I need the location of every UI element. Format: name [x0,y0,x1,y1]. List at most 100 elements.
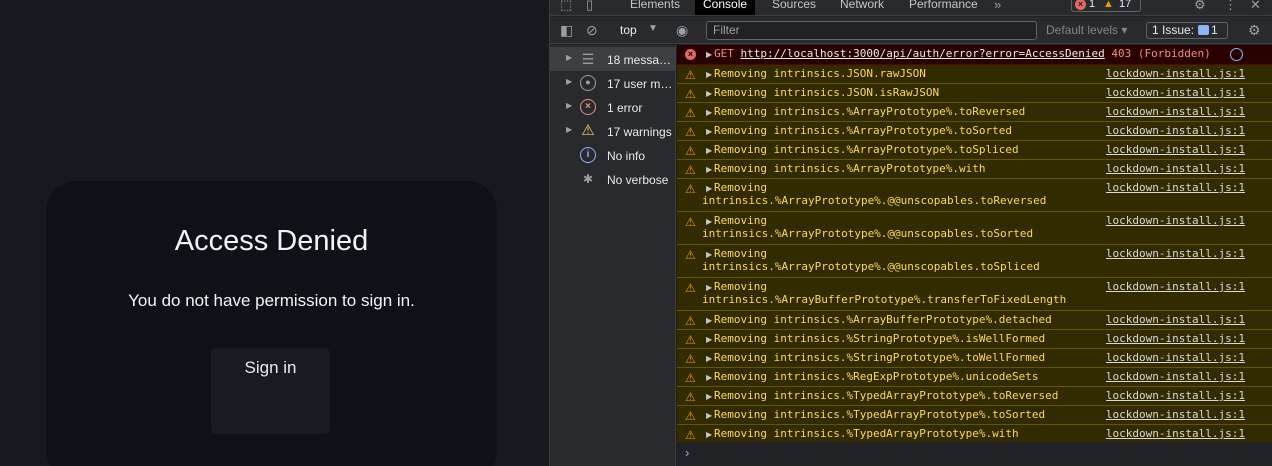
network-request-icon[interactable] [1230,48,1243,61]
console-warning-row[interactable]: ⚠ ▶ Removing intrinsics.%ArrayPrototype%.t… [677,141,1272,160]
bug-icon: ✱ [582,172,594,186]
device-toolbar-icon[interactable]: ▯ [586,0,593,13]
sidebar-item-info[interactable]: i No info [550,143,676,167]
source-link[interactable]: lockdown-install.js:1 [1106,332,1245,345]
clear-console-icon[interactable]: ⊘ [586,22,598,38]
live-expression-eye-icon[interactable]: ◉ [676,22,688,38]
tab-console[interactable]: Console [695,0,756,15]
source-link[interactable]: lockdown-install.js:1 [1106,86,1245,99]
warning-message: Removing intrinsics.%TypedArrayPrototype… [714,427,1019,440]
close-icon[interactable]: ✕ [1250,0,1261,13]
expand-arrow-icon[interactable]: ▶ [706,430,712,439]
inspect-element-icon[interactable]: ⬚ [560,0,572,13]
source-link[interactable]: lockdown-install.js:1 [1106,280,1245,293]
console-prompt-icon: › [685,445,690,460]
error-count: 1 [1089,0,1096,10]
source-link[interactable]: lockdown-install.js:1 [1106,408,1245,421]
warning-icon: ⚠ [685,215,696,229]
expand-arrow-icon[interactable]: ▶ [706,316,712,325]
sidebar-item-verbose[interactable]: ✱ No verbose [550,167,676,191]
sidebar-item-messages[interactable]: ▶ ☰ 18 messa… [550,47,676,71]
context-selector[interactable]: top [620,23,637,37]
expand-arrow-icon[interactable]: ▶ [706,127,712,136]
console-warning-row[interactable]: ⚠ ▶ Removing intrinsics.JSON.rawJSON lockdo… [677,65,1272,84]
console-warning-row[interactable]: ⚠ ▶ Removing intrinsics.%ArrayPrototype%.w… [677,160,1272,179]
expand-arrow-icon[interactable]: ▶ [706,89,712,98]
warning-message-continued: intrinsics.%ArrayPrototype%.@@unscopable… [702,194,1047,207]
expand-arrow-icon[interactable]: ▶ [706,335,712,344]
access-denied-card: Access Denied You do not have permission… [46,181,497,466]
expand-arrow-icon[interactable]: ▶ [706,70,712,79]
log-levels-label: Default levels [1046,23,1119,37]
chevron-down-icon: ▼ [648,23,658,34]
log-levels-dropdown[interactable]: Default levels ▾ [1046,23,1127,37]
expand-arrow-icon[interactable]: ▶ [706,373,712,382]
source-link[interactable]: lockdown-install.js:1 [1106,313,1245,326]
console-warning-row[interactable]: ⚠ ▶ Removing intrinsics.%ArrayBufferPrototy… [677,278,1272,311]
expand-arrow-icon[interactable]: ▶ [706,283,712,292]
expand-arrow-icon[interactable]: ▶ [706,217,712,226]
source-link[interactable]: lockdown-install.js:1 [1106,214,1245,227]
console-warning-row[interactable]: ⚠ ▶ Removing intrinsics.%StringPrototype%.… [677,349,1272,368]
console-warning-row[interactable]: ⚠ ▶ Removing intrinsics.%ArrayPrototype%.t… [677,122,1272,141]
console-error-row[interactable]: × ▶ GET http://localhost:3000/api/auth/e… [677,45,1272,65]
user-icon: ● [580,75,596,91]
warning-message: Removing intrinsics.%ArrayPrototype%.toS… [714,124,1013,137]
expand-arrow-icon[interactable]: ▶ [706,392,712,401]
console-warning-row[interactable]: ⚠ ▶ Removing intrinsics.%ArrayPrototype%.@@… [677,179,1272,212]
source-link[interactable]: lockdown-install.js:1 [1106,370,1245,383]
warning-message: Removing intrinsics.%ArrayPrototype%.toS… [714,143,1019,156]
expand-arrow-icon[interactable]: ▶ [706,108,712,117]
source-link[interactable]: lockdown-install.js:1 [1106,124,1245,137]
source-link[interactable]: lockdown-install.js:1 [1106,143,1245,156]
console-warning-row[interactable]: ⚠ ▶ Removing intrinsics.%ArrayPrototype%.@@… [677,245,1272,278]
console-warning-row[interactable]: ⚠ ▶ Removing intrinsics.%ArrayPrototype%.@@… [677,212,1272,245]
warning-message: Removing intrinsics.%ArrayPrototype%.toR… [714,105,1026,118]
source-link[interactable]: lockdown-install.js:1 [1106,181,1245,194]
warning-icon: ⚠ [685,163,696,177]
console-input[interactable]: › [677,442,1272,466]
expand-arrow-icon[interactable]: ▶ [706,250,712,259]
expand-arrow-icon[interactable]: ▶ [706,354,712,363]
console-warning-row[interactable]: ⚠ ▶ Removing intrinsics.%ArrayPrototype%.t… [677,103,1272,122]
source-link[interactable]: lockdown-install.js:1 [1106,351,1245,364]
more-tabs-icon[interactable]: » [994,0,1001,12]
sign-in-button[interactable]: Sign in [211,348,330,434]
console-warning-row[interactable]: ⚠ ▶ Removing intrinsics.%TypedArrayPrototy… [677,406,1272,425]
console-warning-row[interactable]: ⚠ ▶ Removing intrinsics.%TypedArrayPrototy… [677,387,1272,406]
expand-arrow-icon[interactable]: ▶ [706,184,712,193]
console-warning-row[interactable]: ⚠ ▶ Removing intrinsics.%StringPrototype%.… [677,330,1272,349]
expand-arrow-icon[interactable]: ▶ [706,50,712,59]
source-link[interactable]: lockdown-install.js:1 [1106,427,1245,440]
source-link[interactable]: lockdown-install.js:1 [1106,247,1245,260]
source-link[interactable]: lockdown-install.js:1 [1106,389,1245,402]
sidebar-item-user-messages[interactable]: ▶ ● 17 user m… [550,71,676,95]
sidebar-item-errors[interactable]: ▶ × 1 error [550,95,676,119]
warning-icon: ⚠ [685,106,696,120]
expand-arrow-icon[interactable]: ▶ [706,165,712,174]
source-link[interactable]: lockdown-install.js:1 [1106,105,1245,118]
source-link[interactable]: lockdown-install.js:1 [1106,67,1245,80]
more-options-icon[interactable]: ⋮ [1224,0,1237,13]
console-warning-row[interactable]: ⚠ ▶ Removing intrinsics.%ArrayBufferProtot… [677,311,1272,330]
sidebar-toggle-icon[interactable]: ◧ [560,22,573,38]
tab-elements[interactable]: Elements [622,0,688,15]
source-link[interactable]: lockdown-install.js:1 [1106,162,1245,175]
settings-gear-icon[interactable]: ⚙ [1194,0,1206,13]
tab-network[interactable]: Network [832,0,892,15]
warning-message: Removing intrinsics.JSON.isRawJSON [714,86,940,99]
issues-button[interactable]: 1 Issue: 1 [1146,22,1228,39]
sidebar-item-warnings[interactable]: ▶ ⚠ 17 warnings [550,119,676,143]
expand-arrow-icon[interactable]: ▶ [706,146,712,155]
console-counts-badge[interactable]: × 1 ▲ 17 [1071,0,1141,12]
request-url-link[interactable]: http://localhost:3000/api/auth/error?err… [741,47,1105,60]
tab-sources[interactable]: Sources [764,0,824,15]
filter-input[interactable]: Filter [706,21,1037,40]
sidebar-item-label: 17 user m… [607,77,673,91]
warning-message: Removing [714,280,767,293]
expand-arrow-icon[interactable]: ▶ [706,411,712,420]
tab-performance[interactable]: Performance [901,0,986,15]
console-settings-gear-icon[interactable]: ⚙ [1248,22,1261,38]
console-warning-row[interactable]: ⚠ ▶ Removing intrinsics.%RegExpPrototype%.… [677,368,1272,387]
console-warning-row[interactable]: ⚠ ▶ Removing intrinsics.JSON.isRawJSON lock… [677,84,1272,103]
